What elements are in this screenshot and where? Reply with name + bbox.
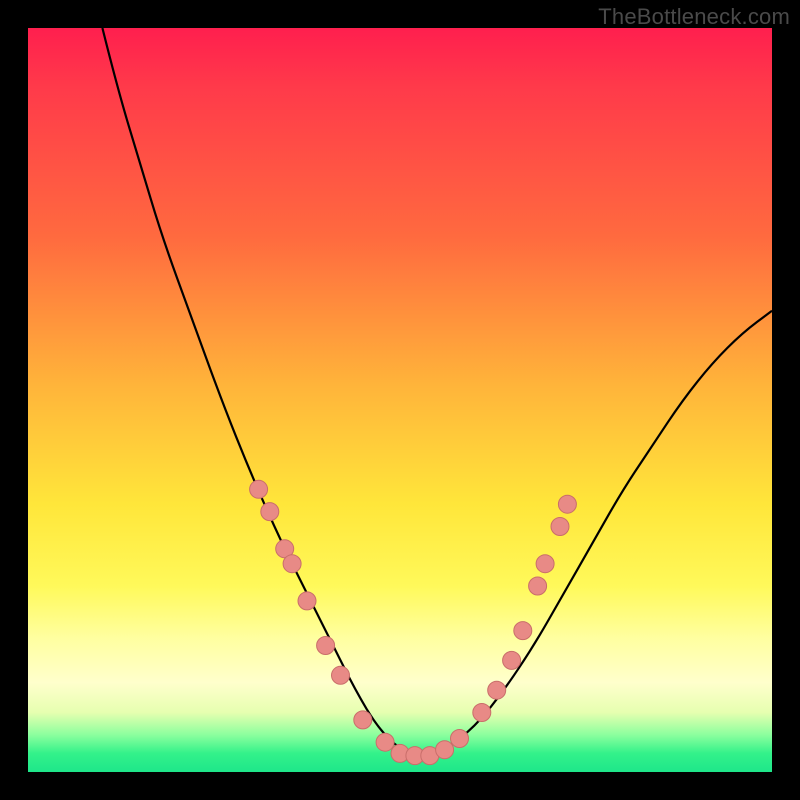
data-dot bbox=[317, 637, 335, 655]
chart-svg bbox=[28, 28, 772, 772]
data-dots-group bbox=[250, 480, 577, 764]
data-dot bbox=[503, 651, 521, 669]
data-dot bbox=[298, 592, 316, 610]
data-dot bbox=[488, 681, 506, 699]
data-dot bbox=[376, 733, 394, 751]
chart-frame: TheBottleneck.com bbox=[0, 0, 800, 800]
plot-area bbox=[28, 28, 772, 772]
data-dot bbox=[261, 503, 279, 521]
data-dot bbox=[473, 704, 491, 722]
data-dot bbox=[558, 495, 576, 513]
data-dot bbox=[529, 577, 547, 595]
data-dot bbox=[354, 711, 372, 729]
data-dot bbox=[332, 666, 350, 684]
watermark-text: TheBottleneck.com bbox=[598, 4, 790, 30]
data-dot bbox=[551, 518, 569, 536]
data-dot bbox=[436, 741, 454, 759]
data-dot bbox=[536, 555, 554, 573]
data-dot bbox=[514, 622, 532, 640]
data-dot bbox=[451, 730, 469, 748]
bottleneck-curve-path bbox=[102, 28, 772, 755]
data-dot bbox=[283, 555, 301, 573]
data-dot bbox=[250, 480, 268, 498]
